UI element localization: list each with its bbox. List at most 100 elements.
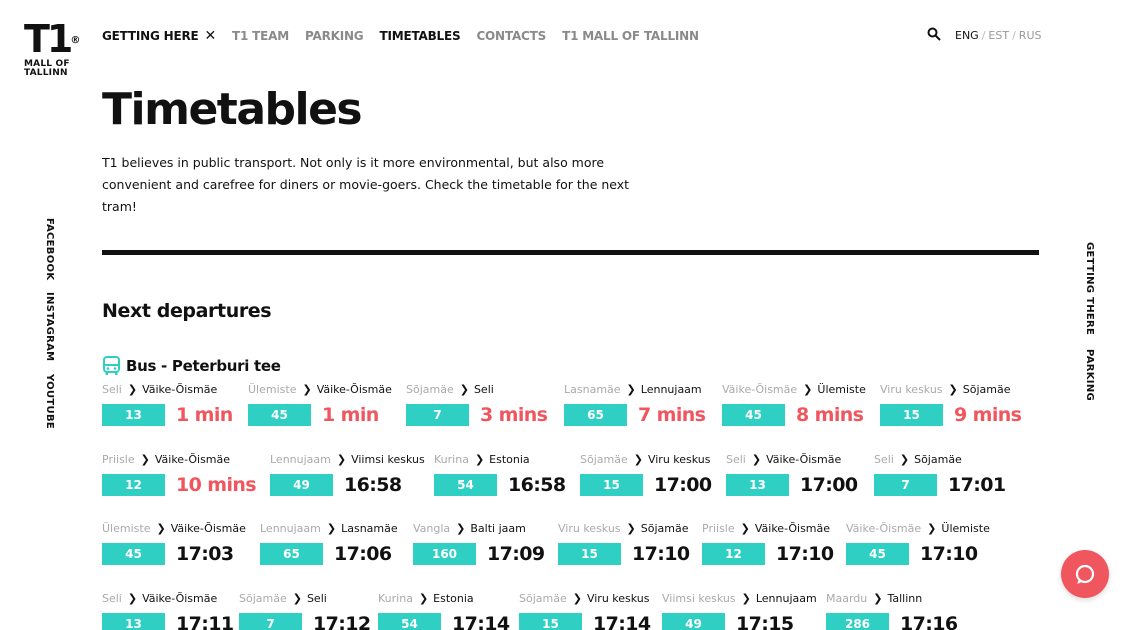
line-badge: 7 — [406, 404, 469, 426]
route-to: Balti jaam — [470, 522, 526, 535]
route: Sõjamäe ❯ Seli — [239, 592, 378, 606]
departure-item: Väike-Õismäe ❯ Ülemiste 45 8 mins — [722, 383, 880, 426]
departure-item: Priisle ❯ Väike-Õismäe 12 17:10 — [702, 522, 846, 565]
getting-there-link[interactable]: GETTING THERE — [1084, 242, 1095, 335]
route: Väike-Õismäe ❯ Ülemiste — [846, 522, 996, 536]
departure-item: Sõjamäe ❯ Viru keskus 15 17:00 — [580, 453, 726, 496]
departure-time: 9 mins — [954, 404, 1022, 426]
facebook-link[interactable]: FACEBOOK — [44, 218, 55, 280]
chevron-right-icon: ❯ — [927, 522, 937, 535]
route: Viimsi keskus ❯ Lennujaam — [662, 592, 826, 606]
search-icon[interactable] — [927, 27, 941, 41]
chevron-right-icon: ❯ — [140, 453, 150, 466]
chevron-right-icon: ❯ — [873, 592, 883, 605]
nav-item-timetables[interactable]: TIMETABLES — [379, 29, 460, 43]
nav-item-getting-here[interactable]: GETTING HERE ✕ — [102, 28, 216, 44]
side-quick-links: GETTING THERE PARKING — [1084, 242, 1095, 401]
nav-item-parking[interactable]: PARKING — [305, 29, 364, 43]
departure-time: 17:10 — [632, 543, 690, 565]
language-switcher: ENG / EST / RUS — [955, 29, 1041, 42]
route: Maardu ❯ Tallinn — [826, 592, 986, 606]
route-to: Väike-Õismäe — [170, 522, 246, 535]
route-from: Ülemiste — [102, 522, 151, 535]
chevron-right-icon: ❯ — [156, 522, 166, 535]
departure-item: Sõjamäe ❯ Viru keskus 15 17:14 — [519, 592, 662, 630]
nav-item-t1-team[interactable]: T1 TEAM — [232, 29, 289, 43]
departure-time: 17:00 — [800, 474, 858, 496]
departure-row: Ülemiste ❯ Väike-Õismäe 45 17:03 Lennujaam ❯ La… — [102, 522, 996, 565]
line-badge: 15 — [880, 404, 943, 426]
departure-row: Seli ❯ Väike-Õismäe 13 17:11 Sõjamäe ❯ Seli 7 17:… — [102, 592, 986, 630]
route-to: Ülemiste — [941, 522, 990, 535]
route-to: Sõjamäe — [962, 383, 1011, 396]
lang-est[interactable]: EST — [988, 29, 1009, 42]
chevron-right-icon: ❯ — [456, 522, 466, 535]
route-from: Seli — [102, 383, 122, 396]
parking-link[interactable]: PARKING — [1084, 349, 1095, 401]
line-badge: 12 — [702, 543, 765, 565]
line-badge: 286 — [826, 613, 889, 630]
route-from: Maardu — [826, 592, 868, 605]
chevron-right-icon: ❯ — [127, 592, 138, 605]
departure-time: 16:58 — [508, 474, 566, 496]
route-from: Ülemiste — [248, 383, 297, 396]
departure-item: Ülemiste ❯ Väike-Õismäe 45 17:03 — [102, 522, 260, 565]
route-from: Viimsi keskus — [662, 592, 736, 605]
departure-time: 17:00 — [654, 474, 712, 496]
departure-item: Viimsi keskus ❯ Lennujaam 49 17:15 — [662, 592, 826, 630]
route: Lasnamäe ❯ Lennujaam — [564, 383, 722, 397]
nav-item-t1-mall-of-tallinn[interactable]: T1 MALL OF TALLINN — [562, 29, 699, 43]
route: Väike-Õismäe ❯ Ülemiste — [722, 383, 880, 397]
chevron-right-icon: ❯ — [572, 592, 582, 605]
line-badge: 45 — [846, 543, 909, 565]
youtube-link[interactable]: YOUTUBE — [44, 374, 55, 429]
line-badge: 54 — [378, 613, 441, 630]
route: Seli ❯ Väike-Õismäe — [102, 383, 248, 397]
departure-item: Viru keskus ❯ Sõjamäe 15 17:10 — [558, 522, 702, 565]
route-from: Lennujaam — [270, 453, 331, 466]
departure-row: Priisle ❯ Väike-Õismäe 12 10 mins Lennujaam ❯ V… — [102, 453, 1024, 496]
route-from: Seli — [874, 453, 894, 466]
route: Sõjamäe ❯ Viru keskus — [580, 453, 726, 467]
lang-separator: / — [1012, 29, 1016, 42]
departure-time: 17:11 — [176, 613, 234, 630]
route: Seli ❯ Väike-Õismäe — [102, 592, 239, 606]
route: Viru keskus ❯ Sõjamäe — [880, 383, 1040, 397]
page-title: Timetables — [102, 84, 363, 135]
close-icon[interactable]: ✕ — [205, 28, 217, 44]
mall-logo[interactable]: T1® MALL OF TALLINN — [24, 18, 80, 78]
lang-rus[interactable]: RUS — [1019, 29, 1042, 42]
route-from: Sõjamäe — [406, 383, 454, 396]
route: Vangla ❯ Balti jaam — [413, 522, 558, 536]
chevron-right-icon: ❯ — [474, 453, 485, 466]
departure-time: 17:03 — [176, 543, 234, 565]
route-from: Kurina — [434, 453, 469, 466]
departure-item: Kurina ❯ Estonia 54 16:58 — [434, 453, 580, 496]
departure-time: 17:15 — [736, 613, 794, 630]
departure-time: 8 mins — [796, 404, 864, 426]
line-badge: 15 — [558, 543, 621, 565]
departure-time: 17:14 — [452, 613, 510, 630]
route-from: Vangla — [413, 522, 451, 535]
route-to: Seli — [473, 383, 494, 396]
route-to: Väike-Õismäe — [316, 383, 392, 396]
lang-eng[interactable]: ENG — [955, 29, 979, 42]
route-from: Priisle — [102, 453, 135, 466]
departure-item: Lennujaam ❯ Viimsi keskus 49 16:58 — [270, 453, 434, 496]
social-links: FACEBOOK INSTAGRAM YOUTUBE — [44, 218, 55, 429]
chevron-right-icon: ❯ — [633, 453, 643, 466]
route-from: Viru keskus — [880, 383, 943, 396]
route-to: Väike-Õismäe — [142, 383, 218, 396]
route-to: Viru keskus — [647, 453, 711, 466]
chat-button[interactable] — [1061, 550, 1109, 598]
bus-stop-label: Bus - Peterburi tee — [126, 357, 281, 375]
departure-time: 17:06 — [334, 543, 392, 565]
nav-item-contacts[interactable]: CONTACTS — [476, 29, 546, 43]
route-to: Sõjamäe — [914, 453, 962, 466]
chevron-right-icon: ❯ — [741, 592, 751, 605]
line-badge: 13 — [102, 613, 165, 630]
instagram-link[interactable]: INSTAGRAM — [44, 292, 55, 361]
route-to: Viimsi keskus — [351, 453, 425, 466]
departure-item: Maardu ❯ Tallinn 286 17:16 — [826, 592, 986, 630]
line-badge: 49 — [662, 613, 725, 630]
